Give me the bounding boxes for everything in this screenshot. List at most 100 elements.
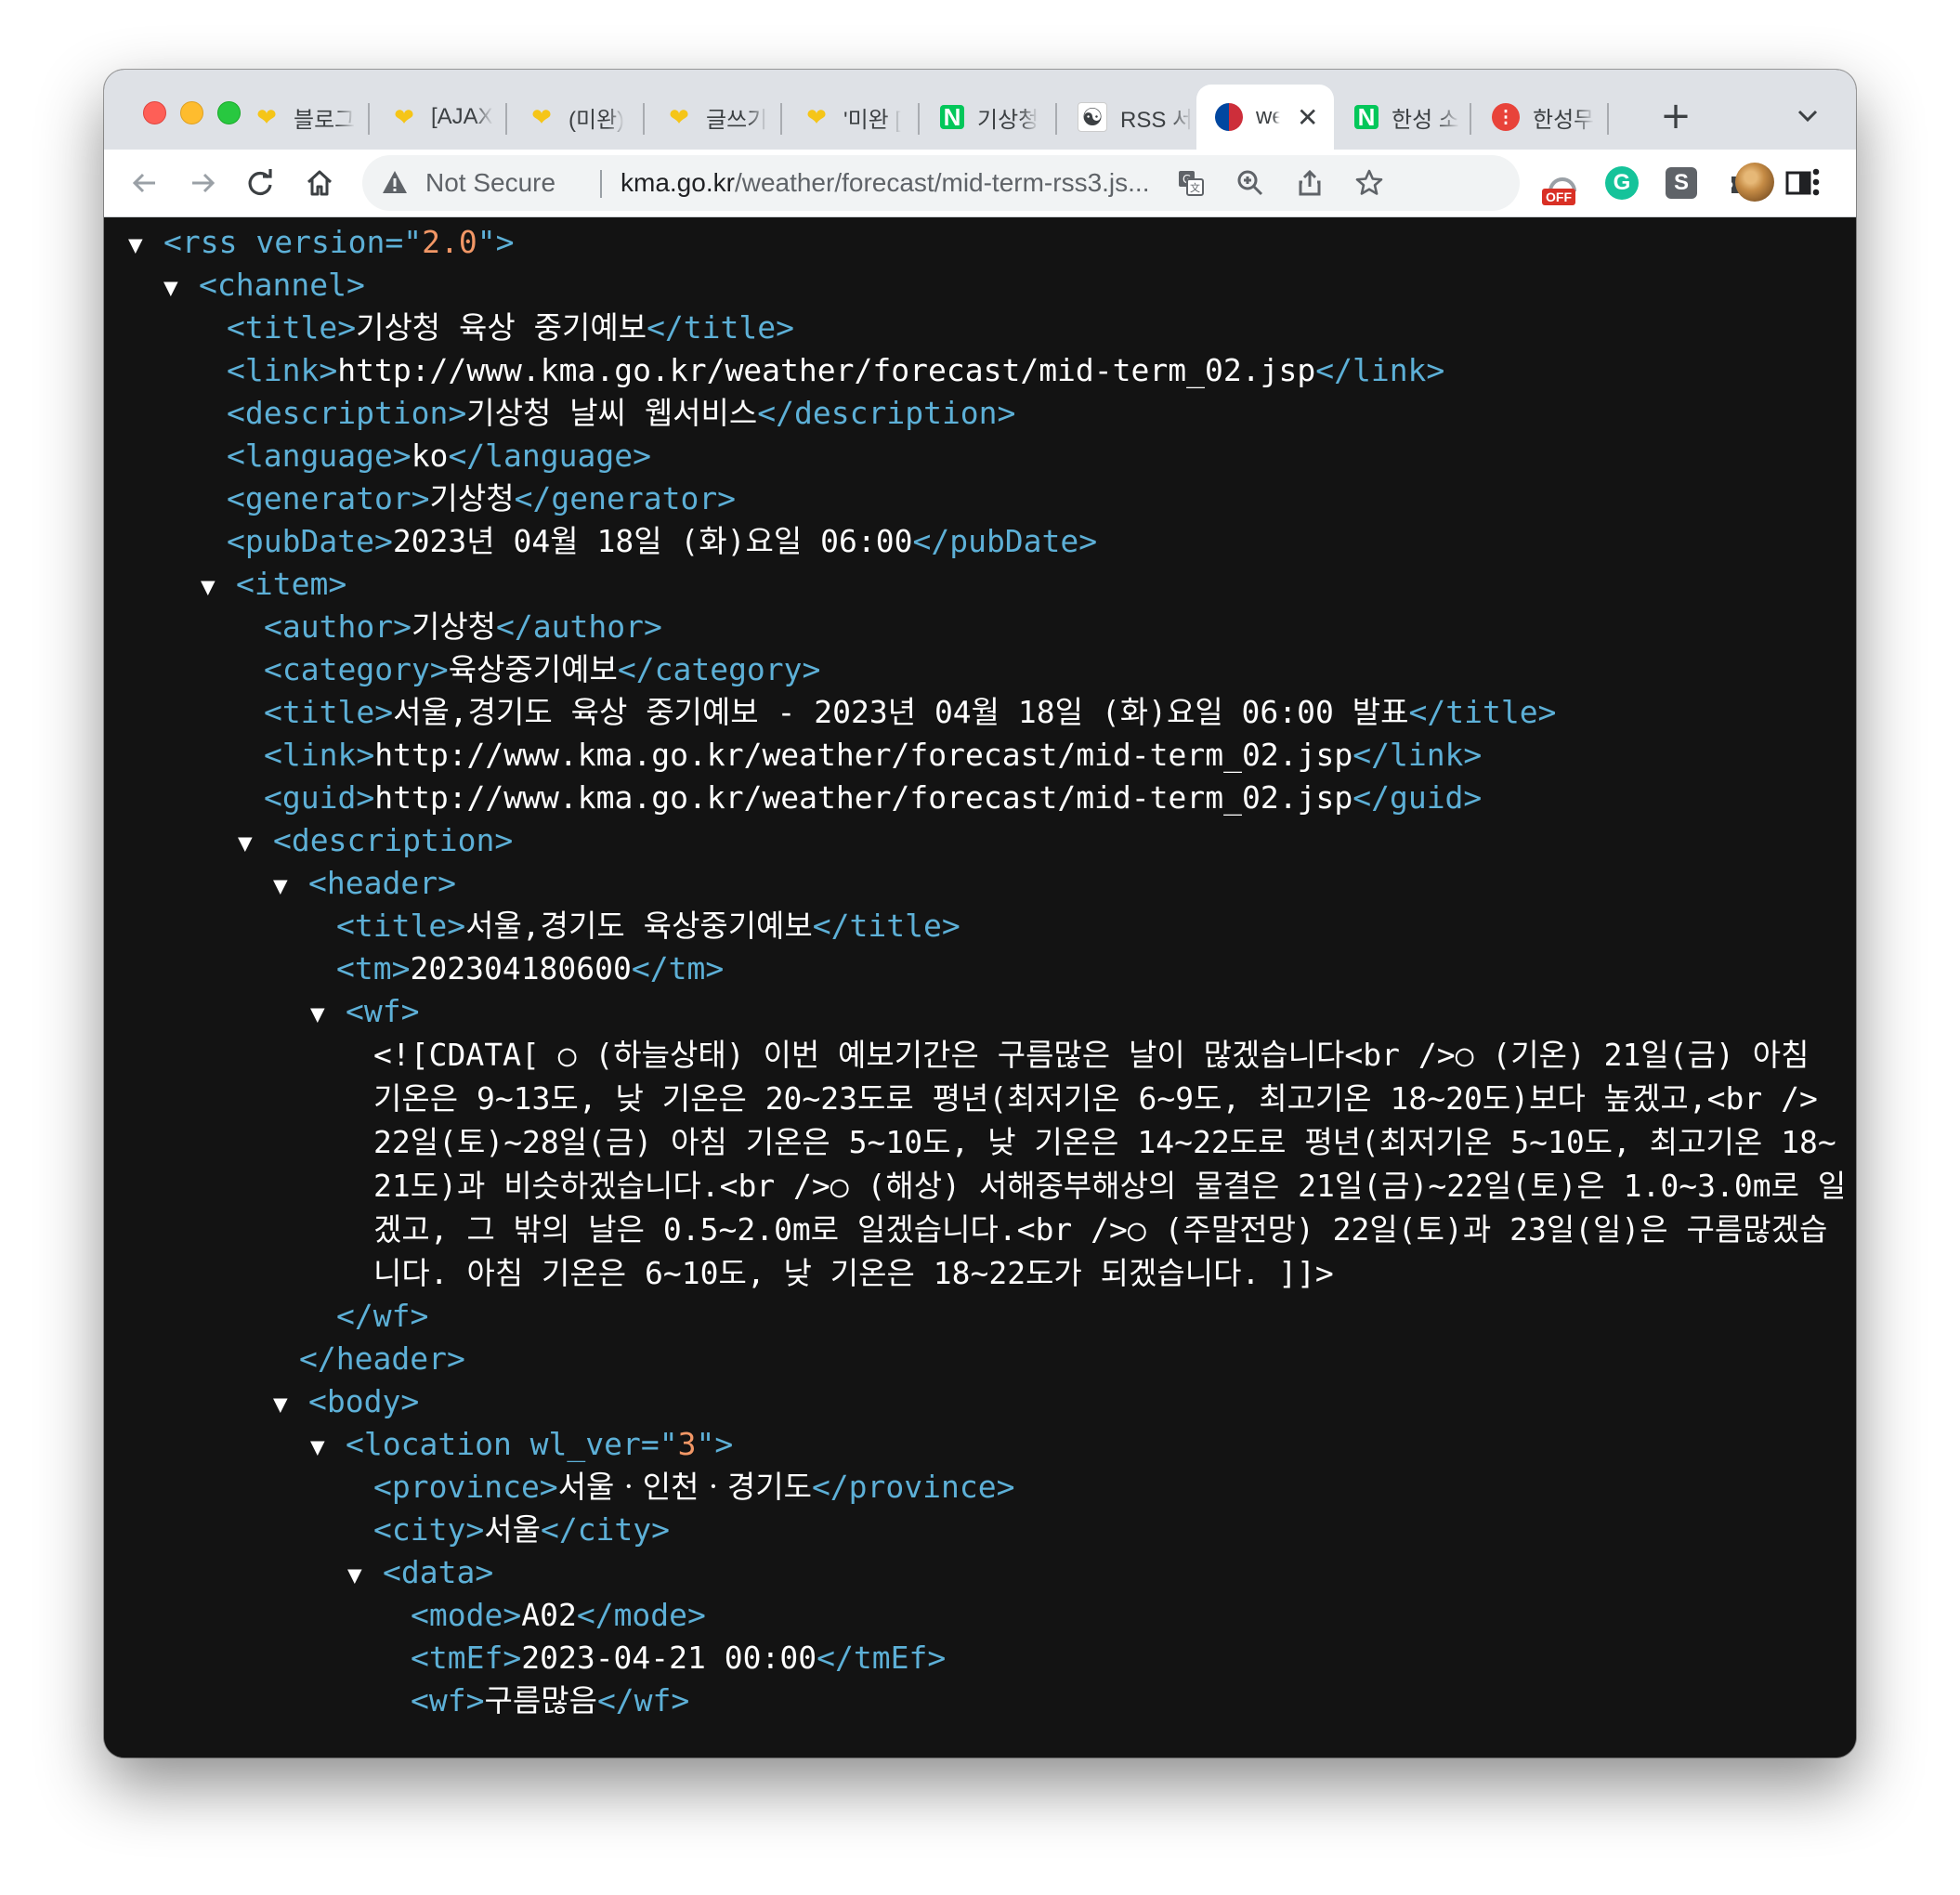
tab-separator <box>368 103 370 135</box>
grammarly-icon: G <box>1605 166 1639 200</box>
tab-separator <box>1607 103 1609 135</box>
tab-1[interactable]: ❤ 블로그 <box>234 85 370 150</box>
xml-line: ▼ <description> <box>128 819 1850 862</box>
toolbar: Not Secure kma.go.kr/weather/forecast/mi… <box>104 150 1856 217</box>
arrow-left-icon <box>132 173 155 193</box>
collapse-triangle-icon[interactable]: ▼ <box>163 267 191 309</box>
s-extension-button[interactable]: S <box>1661 163 1702 203</box>
tab-3[interactable]: ❤ (미완) <box>509 85 645 150</box>
tab-label: 기상청 <box>977 107 1039 133</box>
tab-6[interactable]: N 기상청 <box>921 85 1057 150</box>
tab-4[interactable]: ❤ 글쓰기 <box>647 85 782 150</box>
tab-separator <box>1470 103 1471 135</box>
tab-label: (미완) <box>568 107 625 133</box>
xml-line: ▼ <data> <box>128 1551 1850 1594</box>
xml-line: <author>기상청</author> <box>264 608 662 645</box>
url-text[interactable]: kma.go.kr/weather/forecast/mid-term-rss3… <box>621 155 1150 211</box>
share-icon[interactable] <box>1289 163 1330 203</box>
address-bar[interactable]: Not Secure kma.go.kr/weather/forecast/mi… <box>362 155 1520 211</box>
tab-separator <box>918 103 920 135</box>
xml-line: </wf> <box>336 1298 429 1334</box>
back-button[interactable] <box>119 157 171 209</box>
tab-active[interactable]: wea ✕ <box>1196 85 1334 150</box>
tab-label: [AJAX <box>431 104 493 129</box>
reload-button[interactable] <box>234 157 286 209</box>
home-icon <box>307 170 333 196</box>
bookmark-star-icon[interactable] <box>1349 163 1390 203</box>
forward-button[interactable] <box>176 157 229 209</box>
heart-icon: ❤ <box>669 103 689 131</box>
hs-icon: ⁝ <box>1492 103 1520 131</box>
tab-strip: ❤ 블로그 ❤ [AJAX ❤ (미완) ❤ 글쓰기 ❤ '미완 [ N 기상청 <box>104 70 1856 150</box>
xml-line: ▼ <header> <box>128 862 1850 905</box>
xml-line: ▼ <location wl_ver="3"> <box>128 1423 1850 1466</box>
xml-line: <tmEf>2023-04-21 00:00</tmEf> <box>411 1640 947 1676</box>
xml-viewer: ▼ <rss version="2.0"> ▼ <channel> <title>기… <box>104 217 1856 1758</box>
tab-label: 블로그 <box>294 107 356 133</box>
cdata-text: <![CDATA[ ○ (하늘상태) 이번 예보기간은 구름많은 날이 많겠습니… <box>373 1037 1847 1291</box>
s-extension-icon: S <box>1666 167 1697 199</box>
tab-separator <box>643 103 645 135</box>
tab-10[interactable]: ⁝ 한성무 <box>1473 85 1609 150</box>
tab-separator <box>780 103 782 135</box>
kebab-menu-icon <box>1812 168 1820 196</box>
speed-extension-button[interactable]: OFF <box>1542 163 1583 205</box>
collapse-triangle-icon[interactable]: ▼ <box>273 865 301 908</box>
collapse-triangle-icon[interactable]: ▼ <box>310 1426 338 1469</box>
profile-avatar-icon <box>1735 163 1774 202</box>
gov-icon: ☯ <box>1078 102 1107 132</box>
xml-line: <category>육상중기예보</category> <box>264 651 821 687</box>
arrow-right-icon <box>192 173 216 193</box>
tab-7[interactable]: ☯ RSS 서 <box>1059 85 1195 150</box>
xml-line: <language>ko</language> <box>227 438 651 474</box>
grammarly-extension-button[interactable]: G <box>1601 163 1642 203</box>
tab-9[interactable]: N 한성 소 <box>1336 85 1471 150</box>
xml-line: <![CDATA[ ○ (하늘상태) 이번 예보기간은 구름많은 날이 많겠습니… <box>128 1033 1850 1295</box>
xml-line: ▼ <body> <box>128 1380 1850 1423</box>
chevron-down-icon <box>1797 110 1818 123</box>
xml-line: ▼ <wf> <box>128 990 1850 1033</box>
collapse-triangle-icon[interactable]: ▼ <box>238 822 266 865</box>
xml-line: <pubDate>2023년 04월 18일 (화)요일 06:00</pubD… <box>227 523 1098 559</box>
close-window-button[interactable] <box>143 101 166 124</box>
tab-label: 한성 소 <box>1392 107 1459 133</box>
zoom-icon[interactable] <box>1230 163 1271 203</box>
tab-separator <box>1055 103 1057 135</box>
tab-label: RSS 서 <box>1120 107 1194 133</box>
xml-line: <link>http://www.kma.go.kr/weather/forec… <box>227 352 1445 388</box>
xml-line: ▼ <channel> <box>128 264 1850 307</box>
xml-line: <title>서울,경기도 육상 중기예보 - 2023년 04월 18일 (화… <box>264 694 1557 730</box>
tab-close-icon[interactable]: ✕ <box>1297 102 1318 133</box>
new-tab-button[interactable]: + <box>1650 90 1702 142</box>
browser-window: ❤ 블로그 ❤ [AJAX ❤ (미완) ❤ 글쓰기 ❤ '미완 [ N 기상청 <box>104 70 1856 1758</box>
avatar[interactable] <box>1735 163 1774 202</box>
tab-label: '미완 [ <box>843 107 902 133</box>
minimize-window-button[interactable] <box>180 101 203 124</box>
warning-icon <box>381 168 409 200</box>
xml-line: <city>서울</city> <box>373 1511 671 1548</box>
tab-2[interactable]: ❤ [AJAX <box>372 85 507 150</box>
collapse-triangle-icon[interactable]: ▼ <box>273 1383 301 1426</box>
xml-line: <description>기상청 날씨 웹서비스</description> <box>227 395 1016 431</box>
collapse-triangle-icon[interactable]: ▼ <box>128 224 156 267</box>
collapse-triangle-icon[interactable]: ▼ <box>201 566 229 608</box>
security-label[interactable]: Not Secure <box>425 155 555 211</box>
xml-line: ▼ <rss version="2.0"> <box>128 221 1850 264</box>
naver-icon: N <box>1354 103 1379 131</box>
collapse-triangle-icon[interactable]: ▼ <box>310 993 338 1036</box>
xml-line: <title>기상청 육상 중기예보</title> <box>227 309 795 346</box>
xml-line: <wf>구름많음</wf> <box>411 1682 690 1719</box>
home-button[interactable] <box>294 157 346 209</box>
divider <box>600 170 602 198</box>
tab-5[interactable]: ❤ '미완 [ <box>784 85 920 150</box>
heart-icon: ❤ <box>531 103 552 131</box>
chrome-menu-button[interactable] <box>1802 160 1830 204</box>
xml-line: <title>서울,경기도 육상중기예보</title> <box>336 908 960 944</box>
xml-line: </header> <box>299 1340 465 1377</box>
tab-search-button[interactable] <box>1782 90 1834 142</box>
translate-icon[interactable]: G文 <box>1170 163 1211 203</box>
tab-label: wea <box>1256 104 1280 129</box>
collapse-triangle-icon[interactable]: ▼ <box>347 1554 375 1597</box>
kma-icon <box>1215 103 1243 131</box>
